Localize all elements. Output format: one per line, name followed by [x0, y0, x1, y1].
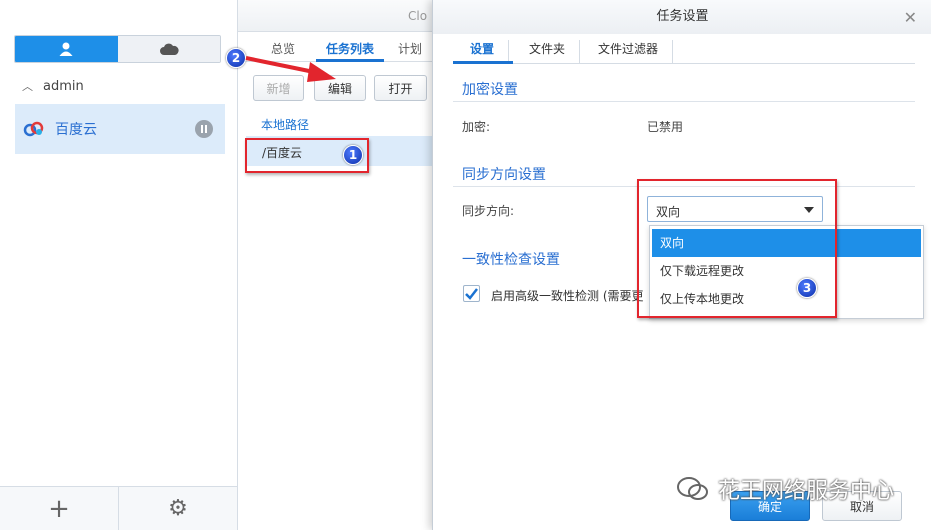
open-button[interactable]: 打开 [374, 75, 427, 101]
account-name: admin [43, 78, 84, 94]
watermark: 花王网络服务中心 [676, 473, 894, 505]
task-panel: 总览 任务列表 计划 新增 编辑 打开 本地路径 /百度云 [238, 32, 438, 530]
cloud-icon [159, 43, 179, 55]
gear-icon: ⚙ [168, 496, 188, 521]
tab-file-filter[interactable]: 文件过滤器 [598, 40, 674, 64]
sidebar-item-baidu[interactable]: 百度云 [15, 104, 225, 154]
user-icon [59, 42, 73, 56]
section-encryption-title: 加密设置 [462, 82, 518, 98]
account-toggle [14, 35, 221, 63]
encryption-value: 已禁用 [647, 120, 684, 134]
column-header-local-path[interactable]: 本地路径 [261, 116, 309, 133]
watermark-text: 花王网络服务中心 [718, 479, 895, 504]
close-icon[interactable]: ✕ [904, 8, 917, 27]
encryption-label: 加密: [462, 120, 491, 134]
connection-label: 百度云 [55, 122, 97, 138]
checkmark-icon [465, 288, 478, 300]
cloud-tab[interactable] [117, 36, 220, 62]
pause-icon[interactable] [195, 120, 213, 138]
divider [453, 101, 915, 102]
window-title: Clo [408, 9, 428, 23]
annotation-number-1: 1 [343, 145, 363, 165]
consistency-checkbox-label: 启用高级一致性检测 (需要更 [491, 289, 644, 303]
tab-schedule[interactable]: 计划 [398, 40, 422, 57]
annotation-arrow-icon [245, 56, 336, 82]
section-consistency-title: 一致性检查设置 [462, 252, 560, 268]
baidu-cloud-icon [23, 121, 44, 137]
active-tab-indicator [453, 61, 513, 64]
tab-folders[interactable]: 文件夹 [529, 40, 581, 64]
account-header[interactable]: ︿ admin [22, 78, 84, 94]
sidebar-footer: + ⚙ [0, 486, 237, 530]
sync-direction-label: 同步方向: [462, 204, 515, 218]
consistency-checkbox[interactable] [463, 285, 480, 302]
annotation-number-2: 2 [226, 48, 246, 68]
dialog-title: 任务设置 [433, 0, 931, 34]
chevron-up-icon: ︿ [22, 80, 33, 93]
wechat-icon [677, 477, 708, 500]
add-button[interactable]: + [0, 487, 119, 530]
user-tab[interactable] [15, 36, 118, 62]
settings-button[interactable]: ⚙ [119, 487, 237, 530]
sidebar: ︿ admin 百度云 + ⚙ [0, 0, 238, 530]
plus-icon: + [48, 493, 70, 524]
section-sync-title: 同步方向设置 [462, 167, 546, 183]
dialog-tabs: 设置 文件夹 文件过滤器 [453, 34, 915, 64]
annotation-number-3: 3 [797, 278, 817, 298]
